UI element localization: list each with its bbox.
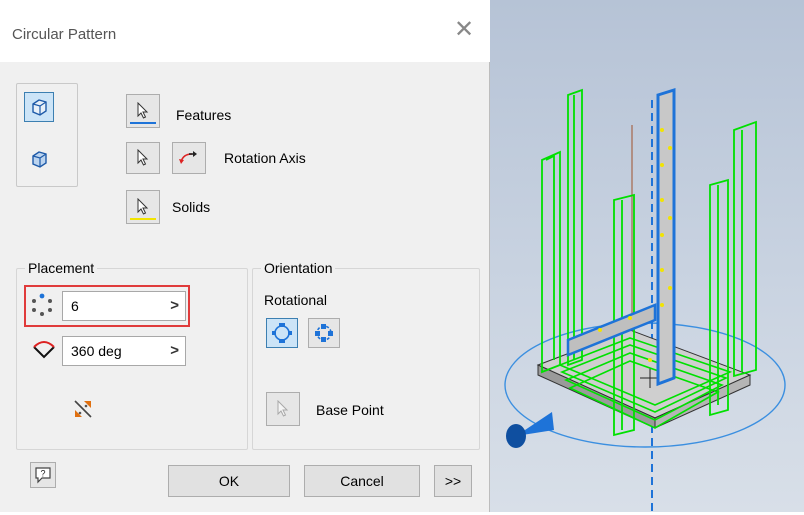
solid-pattern-icon xyxy=(32,151,47,168)
features-selected-indicator xyxy=(130,122,156,124)
occurrence-angle-value: 360 deg xyxy=(71,343,122,359)
fixed-orientation-button[interactable] xyxy=(308,318,340,348)
model-preview xyxy=(504,87,786,512)
orientation-mode-label: Rotational xyxy=(264,292,328,308)
circular-pattern-dialog: Circular Pattern ✕ Features Rotation Axi… xyxy=(0,0,490,512)
ok-button[interactable]: OK xyxy=(168,465,290,497)
fixed-icon xyxy=(315,324,333,342)
3d-viewport[interactable] xyxy=(490,0,804,512)
solids-selected-indicator xyxy=(130,218,156,220)
rotation-axis-select-button[interactable] xyxy=(126,142,160,174)
rotation-axis-label: Rotation Axis xyxy=(224,150,306,166)
cursor-arrow-icon xyxy=(137,149,149,166)
cancel-button[interactable]: Cancel xyxy=(304,465,420,497)
base-point-label: Base Point xyxy=(316,402,384,418)
dialog-title: Circular Pattern xyxy=(12,26,117,43)
cursor-arrow-icon xyxy=(137,102,149,119)
occurrence-angle-field[interactable]: 360 deg > xyxy=(62,336,186,366)
rotational-orientation-button[interactable] xyxy=(266,318,298,348)
help-button[interactable]: ? xyxy=(30,462,56,488)
angle-expand-arrow-icon[interactable]: > xyxy=(170,337,179,365)
orientation-legend: Orientation xyxy=(264,260,333,276)
dialog-titlebar: Circular Pattern ✕ xyxy=(0,0,490,62)
feature-pattern-icon xyxy=(32,99,47,116)
flip-direction-icon xyxy=(179,151,197,164)
solids-select-button[interactable] xyxy=(126,190,160,224)
count-highlight-box xyxy=(24,285,190,327)
pattern-solids-button[interactable] xyxy=(24,144,54,174)
help-icon: ? xyxy=(35,467,51,484)
solids-label: Solids xyxy=(172,199,211,215)
cursor-arrow-icon xyxy=(137,198,149,215)
base-point-select-button[interactable] xyxy=(266,392,300,426)
rotational-icon xyxy=(272,323,292,343)
fit-within-angle-button[interactable] xyxy=(68,394,98,424)
features-select-button[interactable] xyxy=(126,94,160,128)
midplane-icon xyxy=(74,400,92,418)
svg-text:?: ? xyxy=(40,469,45,479)
placement-legend: Placement xyxy=(28,260,95,276)
close-icon[interactable]: ✕ xyxy=(452,18,476,42)
pattern-individual-features-button[interactable] xyxy=(24,92,54,122)
features-label: Features xyxy=(176,107,232,123)
more-options-button[interactable]: >> xyxy=(434,465,472,497)
flip-direction-button[interactable] xyxy=(172,142,206,174)
occurrence-angle-icon xyxy=(33,341,55,359)
cursor-arrow-icon xyxy=(277,400,289,417)
